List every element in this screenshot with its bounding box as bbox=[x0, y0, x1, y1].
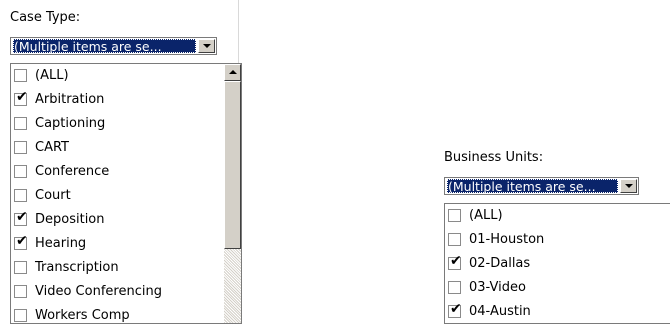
list-item-label: Court bbox=[35, 188, 71, 203]
case-type-scrollbar[interactable] bbox=[224, 64, 241, 323]
chevron-down-icon bbox=[203, 44, 211, 48]
case-type-label: Case Type: bbox=[10, 10, 81, 25]
list-item[interactable]: ✔ 02-Dallas bbox=[445, 252, 670, 276]
checkbox[interactable] bbox=[14, 141, 27, 154]
business-units-selected-text: (Multiple items are se... bbox=[447, 179, 618, 193]
checkbox[interactable] bbox=[448, 281, 461, 294]
list-item-label: Video Conferencing bbox=[35, 284, 162, 299]
list-item[interactable]: ✔ Deposition bbox=[11, 208, 241, 232]
checkbox[interactable] bbox=[14, 285, 27, 298]
list-item-label: 02-Dallas bbox=[469, 256, 531, 271]
checkmark-icon: ✔ bbox=[16, 233, 28, 249]
scroll-track[interactable] bbox=[224, 249, 241, 323]
case-type-selected-text: (Multiple items are se... bbox=[13, 39, 196, 53]
list-item-label: (ALL) bbox=[469, 208, 503, 223]
list-item[interactable]: Workers Comp bbox=[11, 304, 241, 323]
list-item[interactable]: 03-Video bbox=[445, 276, 670, 300]
list-item[interactable]: ✔ 04-Austin bbox=[445, 300, 670, 323]
list-item[interactable]: ✔ Arbitration bbox=[11, 88, 241, 112]
list-item-label: Transcription bbox=[35, 260, 119, 275]
scroll-thumb[interactable] bbox=[224, 81, 241, 249]
list-item[interactable]: ✔ Hearing bbox=[11, 232, 241, 256]
checkmark-icon: ✔ bbox=[16, 209, 28, 225]
list-item-label: Arbitration bbox=[35, 92, 105, 107]
checkmark-icon: ✔ bbox=[450, 301, 462, 317]
list-item-label: Hearing bbox=[35, 236, 87, 251]
list-item-label: (ALL) bbox=[35, 68, 69, 83]
list-item[interactable]: CART bbox=[11, 136, 241, 160]
list-item[interactable]: Video Conferencing bbox=[11, 280, 241, 304]
list-item-label: Captioning bbox=[35, 116, 106, 131]
list-item-label: Conference bbox=[35, 164, 110, 179]
list-item[interactable]: 01-Houston bbox=[445, 228, 670, 252]
business-units-dropdown-button[interactable] bbox=[620, 179, 637, 193]
checkbox[interactable]: ✔ bbox=[14, 89, 28, 106]
business-units-dropdown[interactable]: (Multiple items are se... bbox=[444, 177, 639, 195]
list-item[interactable]: Transcription bbox=[11, 256, 241, 280]
list-item[interactable]: Court bbox=[11, 184, 241, 208]
checkbox[interactable]: ✔ bbox=[448, 301, 462, 318]
checkmark-icon: ✔ bbox=[450, 253, 462, 269]
checkbox[interactable] bbox=[14, 261, 27, 274]
list-item-label: Deposition bbox=[35, 212, 105, 227]
list-item-label: 04-Austin bbox=[469, 304, 531, 319]
checkbox[interactable] bbox=[14, 117, 27, 130]
checkbox[interactable] bbox=[14, 165, 27, 178]
checkbox[interactable] bbox=[14, 69, 27, 82]
checkbox[interactable] bbox=[14, 309, 27, 322]
list-item[interactable]: Captioning bbox=[11, 112, 241, 136]
business-units-list[interactable]: ✔ 04-Austin 03-Video ✔ 02-Dallas 01-Houston (A… bbox=[444, 203, 670, 324]
checkmark-icon: ✔ bbox=[16, 89, 28, 105]
arrow-up-icon bbox=[229, 70, 237, 74]
checkbox[interactable] bbox=[14, 189, 27, 202]
checkbox[interactable] bbox=[448, 233, 461, 246]
checkbox[interactable]: ✔ bbox=[14, 209, 28, 226]
list-item[interactable]: Conference bbox=[11, 160, 241, 184]
scroll-up-button[interactable] bbox=[224, 64, 241, 81]
list-item[interactable]: (ALL) bbox=[445, 204, 670, 228]
checkbox[interactable]: ✔ bbox=[14, 233, 28, 250]
checkbox[interactable] bbox=[448, 209, 461, 222]
list-item-label: CART bbox=[35, 140, 69, 155]
case-type-dropdown-button[interactable] bbox=[198, 39, 215, 53]
list-item[interactable]: (ALL) bbox=[11, 64, 241, 88]
list-item-label: 03-Video bbox=[469, 280, 526, 295]
chevron-down-icon bbox=[625, 184, 633, 188]
business-units-label: Business Units: bbox=[444, 150, 544, 165]
case-type-dropdown[interactable]: (Multiple items are se... bbox=[10, 37, 217, 55]
list-item-label: Workers Comp bbox=[35, 308, 130, 323]
checkbox[interactable]: ✔ bbox=[448, 253, 462, 270]
list-item-label: 01-Houston bbox=[469, 232, 545, 247]
case-type-list[interactable]: Workers Comp Video Conferencing Transcript… bbox=[10, 63, 242, 324]
